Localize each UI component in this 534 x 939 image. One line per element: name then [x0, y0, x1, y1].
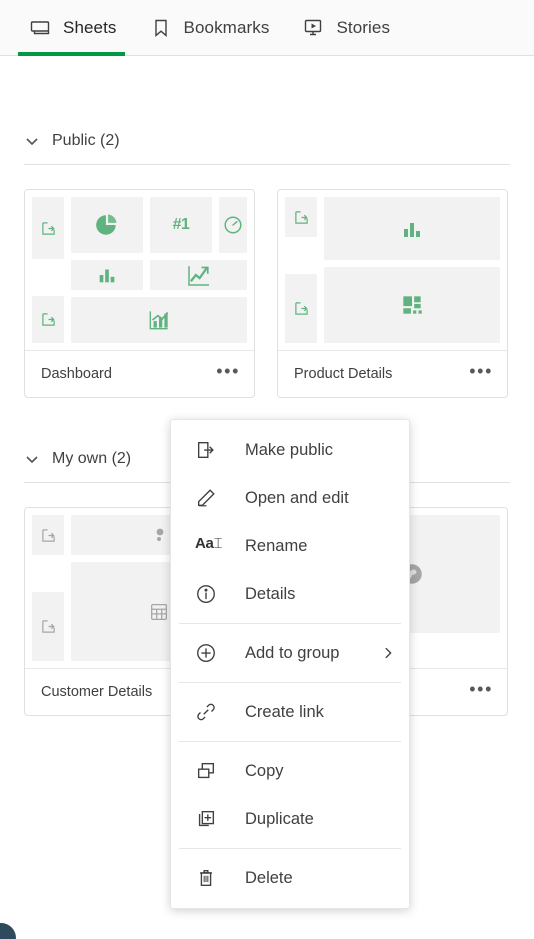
- sheet-card-footer: Product Details •••: [278, 350, 507, 397]
- menu-item-label: Copy: [245, 761, 284, 780]
- sheet-thumbnail: #1: [25, 190, 254, 350]
- chevron-down-icon: [24, 451, 40, 467]
- tab-bookmarks-label: Bookmarks: [183, 17, 270, 37]
- sheet-card-title: Product Details: [294, 366, 393, 382]
- copy-icon: [195, 760, 217, 782]
- menu-item-copy[interactable]: Copy: [171, 747, 409, 795]
- section-header-public[interactable]: Public (2): [24, 118, 510, 164]
- menu-item-rename[interactable]: Aa⌶ Rename: [171, 522, 409, 570]
- story-icon: [301, 16, 325, 40]
- filter-pane-icon: [32, 515, 64, 555]
- menu-item-add-to-group[interactable]: Add to group: [171, 629, 409, 677]
- menu-item-label: Create link: [245, 702, 324, 721]
- corner-decoration: [0, 923, 16, 939]
- filter-pane-icon: [32, 592, 64, 661]
- make-public-icon: [195, 439, 217, 461]
- menu-item-label: Add to group: [245, 643, 340, 662]
- section-divider: [24, 164, 510, 165]
- menu-separator: [179, 623, 401, 624]
- sheet-card-product-details[interactable]: Product Details •••: [277, 189, 508, 398]
- menu-item-label: Details: [245, 584, 296, 603]
- pencil-icon: [195, 487, 217, 509]
- filter-pane-icon: [32, 197, 64, 259]
- sheet-context-menu: Make public Open and edit Aa⌶ Rename Det…: [170, 419, 410, 909]
- sheet-icon: [28, 16, 52, 40]
- menu-item-label: Open and edit: [245, 488, 349, 507]
- pie-chart-icon: [71, 197, 143, 253]
- sheet-card-dashboard[interactable]: #1 Dashboard •••: [24, 189, 255, 398]
- plus-circle-icon: [195, 642, 217, 664]
- kpi-number-icon: #1: [150, 197, 212, 253]
- sheet-card-more-button[interactable]: •••: [216, 362, 240, 382]
- link-icon: [195, 701, 217, 723]
- menu-item-open-and-edit[interactable]: Open and edit: [171, 474, 409, 522]
- tab-sheets[interactable]: Sheets: [18, 0, 139, 56]
- tab-stories-label: Stories: [336, 17, 391, 37]
- view-tabs: Sheets Bookmarks Stories: [0, 0, 534, 56]
- menu-item-label: Rename: [245, 536, 308, 555]
- rename-glyph: Aa: [195, 535, 214, 552]
- menu-item-make-public[interactable]: Make public: [171, 426, 409, 474]
- menu-item-duplicate[interactable]: Duplicate: [171, 795, 409, 843]
- menu-separator: [179, 741, 401, 742]
- filter-pane-icon: [285, 274, 317, 343]
- duplicate-icon: [195, 808, 217, 830]
- section-title-public: Public (2): [52, 132, 120, 149]
- sheet-card-more-button[interactable]: •••: [469, 680, 493, 700]
- tab-bookmarks[interactable]: Bookmarks: [139, 0, 292, 56]
- menu-item-details[interactable]: Details: [171, 570, 409, 618]
- bar-chart-icon: [324, 197, 500, 260]
- line-chart-icon: [150, 259, 247, 290]
- menu-separator: [179, 848, 401, 849]
- menu-item-delete[interactable]: Delete: [171, 854, 409, 902]
- menu-item-create-link[interactable]: Create link: [171, 688, 409, 736]
- treemap-icon: [324, 267, 500, 343]
- tab-stories[interactable]: Stories: [291, 0, 412, 56]
- menu-item-label: Duplicate: [245, 809, 314, 828]
- tab-sheets-label: Sheets: [63, 17, 117, 37]
- trash-icon: [195, 867, 217, 889]
- chevron-down-icon: [24, 133, 40, 149]
- info-icon: [195, 583, 217, 605]
- bookmark-icon: [149, 16, 173, 40]
- menu-item-label: Make public: [245, 440, 334, 459]
- sheet-thumbnail: [278, 190, 507, 350]
- rename-icon: Aa⌶: [195, 535, 223, 552]
- public-card-row: #1 Dashboard ••• Product Details •••: [24, 189, 510, 398]
- filter-pane-icon: [285, 197, 317, 237]
- gauge-icon: [219, 197, 247, 253]
- combo-chart-icon: [71, 296, 247, 343]
- sheet-card-footer: Dashboard •••: [25, 350, 254, 397]
- sheet-card-title: Customer Details: [41, 684, 153, 700]
- menu-item-label: Delete: [245, 868, 293, 887]
- chevron-right-icon: [381, 646, 395, 660]
- sheet-card-title: Dashboard: [41, 366, 112, 382]
- sheet-card-more-button[interactable]: •••: [469, 362, 493, 382]
- bar-chart-icon: [71, 259, 143, 290]
- menu-separator: [179, 682, 401, 683]
- filter-pane-icon: [32, 296, 64, 343]
- section-title-my-own: My own (2): [52, 450, 132, 467]
